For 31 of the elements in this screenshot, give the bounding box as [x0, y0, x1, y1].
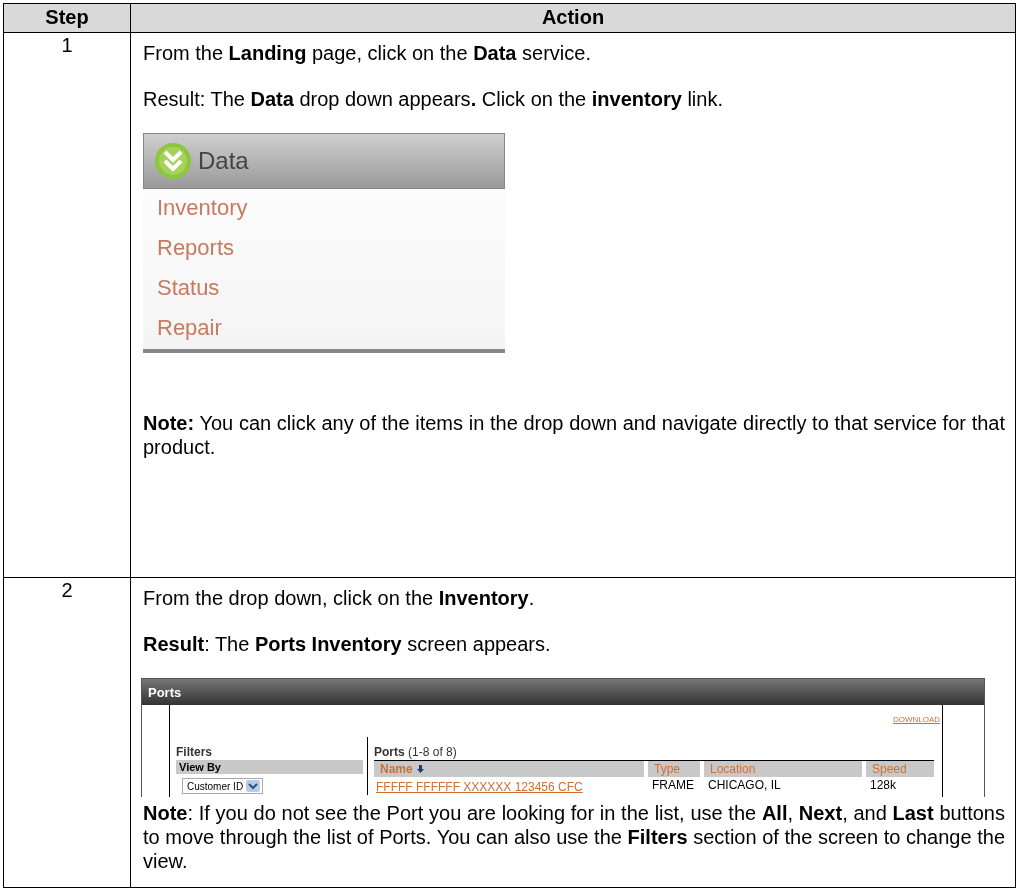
step-text: Note: You can click any of the items in the drop down and navigate directly to that service for that product. [143, 411, 1005, 459]
table-cell-text: CHICAGO, IL [707, 777, 782, 794]
step-text: Result: The Data drop down appears. Click on the inventory link. [143, 87, 724, 111]
column-header[interactable]: Name [374, 761, 644, 777]
table-cell-text: 128k [869, 777, 898, 794]
menu-title: Data [198, 147, 249, 175]
menu-item[interactable]: Status [143, 269, 505, 309]
view-by-select[interactable]: Customer ID [182, 778, 264, 794]
column-header[interactable]: Type [648, 761, 700, 777]
step-text: Note: If you do not see the Port you are looking for in the list, use the All, Next, and Last buttons to move through the list of Ports. You can also use the Filters section of the screen to change the view. [143, 801, 1005, 873]
port-name-link[interactable]: FFFFF FFFFFF XXXXXX 123456 CFC [374, 779, 585, 795]
chevron-circle-icon [154, 142, 192, 180]
step-text: Result: The Ports Inventory screen appears. [143, 632, 552, 656]
column-header: Action [130, 4, 1015, 32]
download-link[interactable]: DOWNLOAD [170, 715, 942, 737]
column-header[interactable]: Speed [866, 761, 934, 777]
instruction-text: From the Landing page, click on the Data service. [143, 41, 592, 65]
menu-item[interactable]: Inventory [143, 189, 505, 229]
sort-arrow-icon [416, 765, 424, 773]
menu-item[interactable]: Repair [143, 309, 505, 349]
dropdown-arrow-icon [246, 780, 261, 792]
column-header: Step [4, 4, 130, 32]
menu-item[interactable]: Reports [143, 229, 505, 269]
filters-title: Filters [175, 744, 213, 759]
panel-title: Ports [142, 679, 984, 705]
column-header[interactable]: Location [704, 761, 862, 777]
view-by-label: View By [176, 760, 363, 774]
table-cell-text: FRAME [651, 777, 695, 794]
step-number: 2 [60, 578, 74, 603]
step-number: 1 [60, 33, 74, 58]
instruction-text: From the drop down, click on the Inventory. [143, 586, 536, 610]
